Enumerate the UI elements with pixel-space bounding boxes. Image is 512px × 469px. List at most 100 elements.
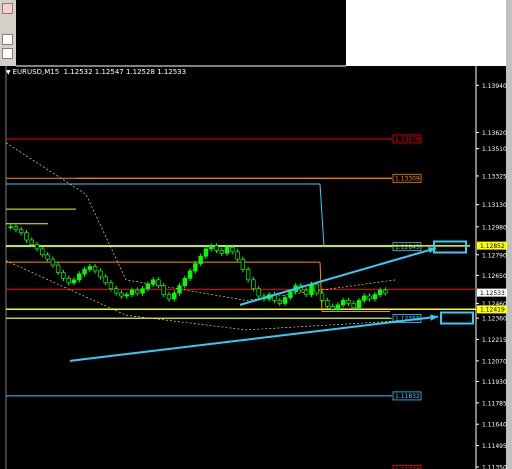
candle-body-31 <box>172 292 177 300</box>
level-label-1: 1.13309 <box>395 176 420 183</box>
y-tick-label-3: 1.13325 <box>482 173 507 180</box>
price-marker-label-0: 1.12852 <box>480 243 505 250</box>
minimize-window-icon[interactable] <box>2 48 13 59</box>
candle-body-14 <box>82 269 87 275</box>
candle-body-12 <box>71 279 77 284</box>
candle-body-28 <box>156 279 161 287</box>
candle-body-19 <box>108 282 114 289</box>
candle-body-70 <box>377 289 383 295</box>
candle-body-0 <box>8 226 13 229</box>
candle-body-10 <box>61 272 66 279</box>
candle-body-53 <box>288 291 293 298</box>
scrollbar <box>506 0 512 469</box>
y-tick-label-10: 1.12215 <box>482 337 507 344</box>
candle-body-47 <box>256 288 261 297</box>
candle-body-25 <box>140 288 145 294</box>
candle-body-41 <box>224 247 230 254</box>
candle-body-62 <box>335 304 341 310</box>
candle-body-27 <box>150 279 156 285</box>
candle-body-32 <box>177 285 182 294</box>
candle-body-65 <box>351 303 356 309</box>
candle-body-6 <box>40 248 45 256</box>
candle-body-15 <box>87 266 93 270</box>
candle-body-52 <box>282 297 288 304</box>
candle-body-24 <box>135 289 140 294</box>
candle-body-36 <box>198 255 203 264</box>
candle-body-71 <box>383 289 388 294</box>
candle-body-20 <box>113 288 119 294</box>
level-label-4: 1.11832 <box>395 393 420 400</box>
candle-body-67 <box>362 295 367 301</box>
candle-body-11 <box>66 277 71 284</box>
candle-body-34 <box>187 270 193 279</box>
y-tick-label-2: 1.13510 <box>482 146 507 153</box>
candle-body-26 <box>145 283 151 289</box>
ohlc-quote: 1.12532 1.12547 1.12528 1.12533 <box>63 68 187 76</box>
candle-body-16 <box>92 266 98 272</box>
candle-body-42 <box>230 247 235 253</box>
candle-body-58 <box>314 283 319 294</box>
candle-body-43 <box>235 251 240 260</box>
symbol-timeframe: EURUSD,M15 <box>12 68 60 76</box>
price-marker-label-1: 1.12419 <box>480 307 505 314</box>
y-tick-label-0: 1.13940 <box>482 83 507 90</box>
candle-body-57 <box>309 283 314 295</box>
candle-body-64 <box>346 300 351 304</box>
y-tick-label-6: 1.12790 <box>482 252 507 259</box>
candle-body-45 <box>245 269 251 281</box>
candle-body-59 <box>319 292 325 301</box>
candle-body-9 <box>55 264 61 273</box>
chart-title: ▼ EURUSD,M15 1.12532 1.12547 1.12528 1.12… <box>6 68 186 76</box>
candle-body-22 <box>124 294 129 297</box>
y-tick-label-4: 1.13130 <box>482 202 507 209</box>
candle-body-46 <box>251 279 256 289</box>
candle-body-56 <box>303 289 309 295</box>
candle-body-23 <box>129 289 135 295</box>
candle-body-37 <box>203 248 209 257</box>
candle-body-40 <box>219 249 224 254</box>
candle-body-69 <box>372 294 378 300</box>
candle-body-33 <box>182 277 188 287</box>
y-tick-label-14: 1.11640 <box>482 422 507 429</box>
y-tick-label-15: 1.11495 <box>482 443 507 450</box>
candle-body-4 <box>29 239 34 245</box>
level-label-2: 1.12845 <box>395 244 420 251</box>
candle-body-5 <box>34 244 40 250</box>
y-tick-label-13: 1.11785 <box>482 400 507 407</box>
candle-body-21 <box>119 292 124 297</box>
candle-body-51 <box>277 300 283 304</box>
candle-body-44 <box>240 258 246 270</box>
y-tick-label-9: 1.12360 <box>482 316 507 323</box>
candle-body-30 <box>166 294 172 300</box>
current-price-label: 1.12533 <box>480 290 505 297</box>
candle-body-3 <box>24 232 29 241</box>
candle-body-18 <box>103 276 108 284</box>
toolbar-strip <box>0 0 16 66</box>
candle-body-61 <box>330 305 335 310</box>
y-tick-label-5: 1.12980 <box>482 224 507 231</box>
candle-body-7 <box>45 254 50 260</box>
candle-body-35 <box>193 263 198 272</box>
candle-body-8 <box>50 258 56 266</box>
candle-body-63 <box>340 300 346 306</box>
candle-body-60 <box>325 300 330 307</box>
y-tick-label-12: 1.11930 <box>482 379 507 386</box>
y-tick-label-11: 1.12070 <box>482 358 507 365</box>
candle-body-29 <box>161 285 166 295</box>
y-tick-label-7: 1.12650 <box>482 273 507 280</box>
close-window-icon[interactable] <box>2 3 13 14</box>
candle-body-2 <box>18 229 24 234</box>
candle-body-17 <box>98 270 103 278</box>
top-right-panel <box>346 0 506 66</box>
candle-body-13 <box>77 273 82 281</box>
restore-window-icon[interactable] <box>2 34 13 45</box>
candle-body-1 <box>13 226 19 231</box>
candle-body-66 <box>356 300 362 309</box>
candle-body-68 <box>367 295 372 300</box>
y-tick-label-1: 1.13620 <box>482 130 507 137</box>
candle-body-38 <box>208 245 214 250</box>
y-tick-label-16: 1.11350 <box>482 464 507 469</box>
dropdown-triangle-icon[interactable]: ▼ <box>6 69 11 76</box>
level-label-0: 1.13576 <box>395 136 420 143</box>
candle-body-39 <box>214 245 219 251</box>
